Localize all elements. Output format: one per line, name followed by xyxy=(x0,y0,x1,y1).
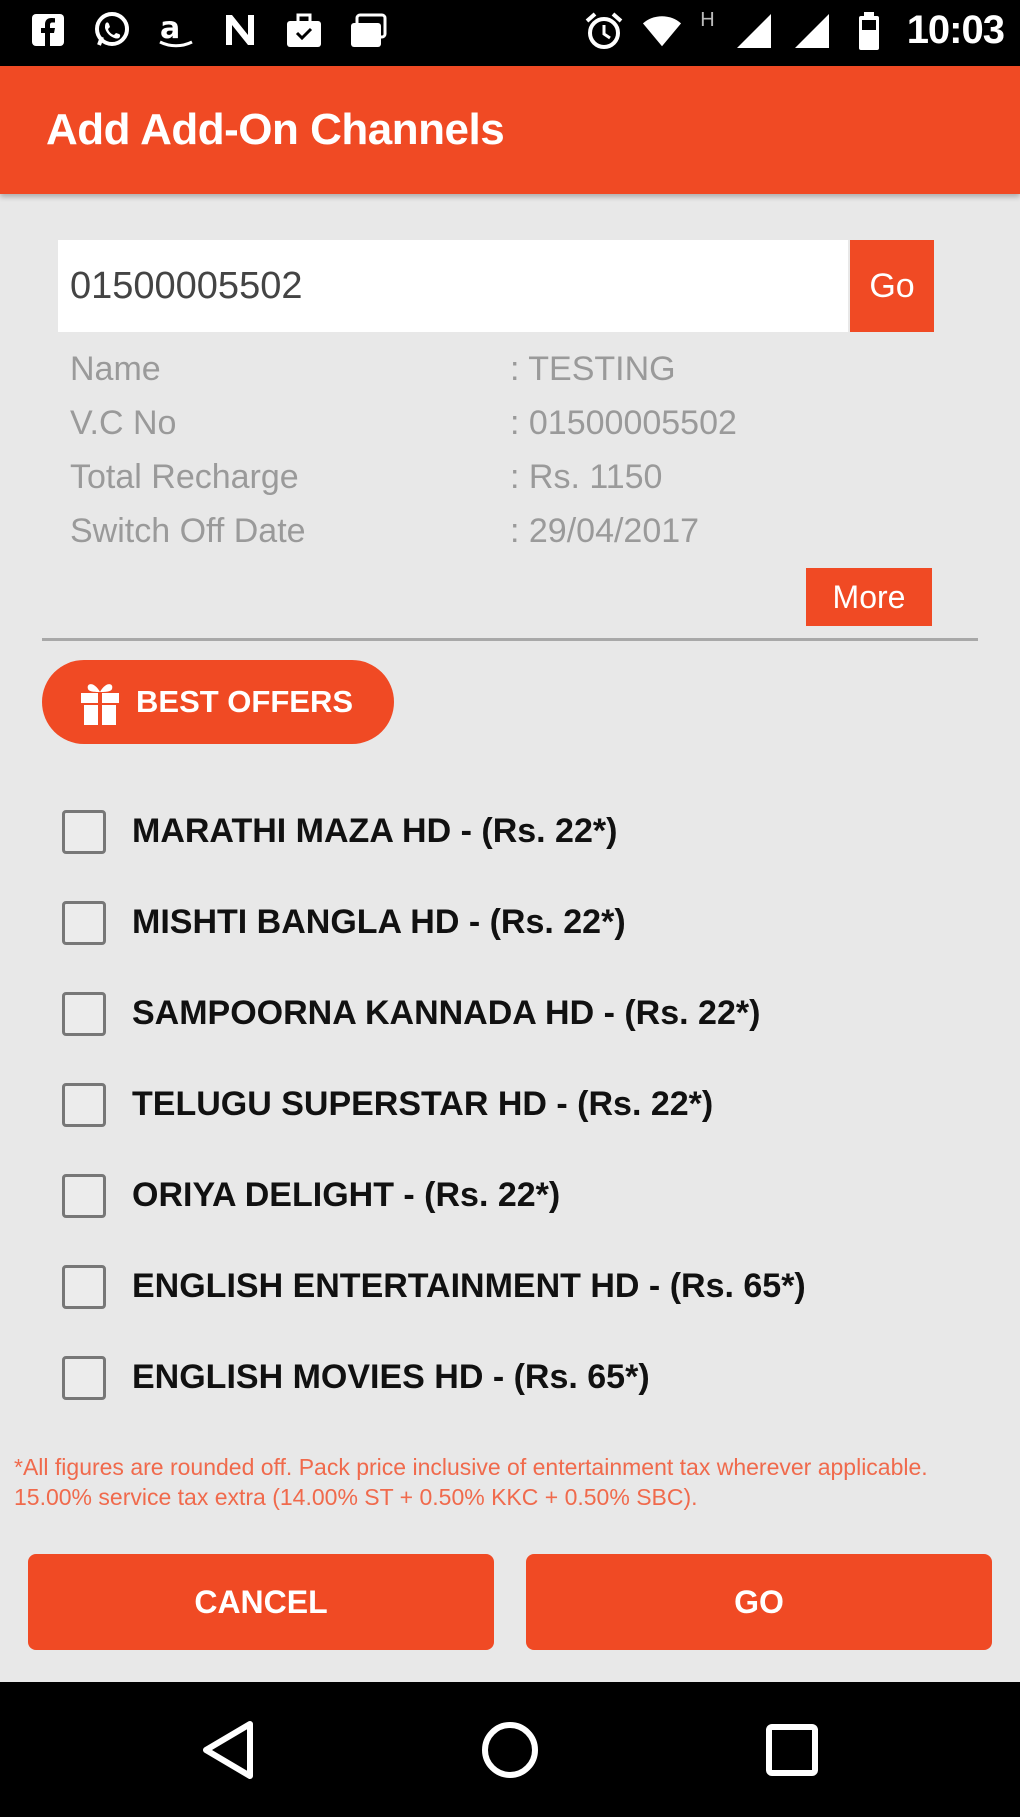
info-value: : 01500005502 xyxy=(510,404,737,442)
page-title: Add Add-On Channels xyxy=(46,105,505,154)
channel-label: ENGLISH MOVIES HD - (Rs. 65*) xyxy=(132,1358,650,1396)
channel-item[interactable]: INFOTAINMENT, LIFESTYLE & KIDS HD - (Rs. xyxy=(0,1423,1020,1440)
status-left-icons: a xyxy=(28,10,388,50)
cancel-button[interactable]: CANCEL xyxy=(28,1554,494,1650)
vc-number-input[interactable] xyxy=(58,240,848,332)
briefcase-icon xyxy=(284,10,324,50)
channel-checkbox[interactable] xyxy=(62,991,106,1036)
info-label: Switch Off Date xyxy=(70,512,306,550)
info-label: Name xyxy=(70,350,161,388)
status-bar: a H 10:03 xyxy=(0,0,1020,66)
back-icon[interactable] xyxy=(192,1714,264,1786)
disclaimer-text: *All figures are rounded off. Pack price… xyxy=(14,1454,928,1510)
vc-go-button[interactable]: Go xyxy=(850,240,934,332)
n-app-icon xyxy=(220,10,260,50)
best-offers-label: BEST OFFERS xyxy=(136,684,354,719)
wifi-icon xyxy=(642,11,682,51)
channel-item[interactable]: ENGLISH ENTERTAINMENT HD - (Rs. 65*) xyxy=(0,1241,1020,1332)
channel-label: MISHTI BANGLA HD - (Rs. 22*) xyxy=(132,903,626,941)
channel-item[interactable]: SAMPOORNA KANNADA HD - (Rs. 22*) xyxy=(0,968,1020,1059)
info-label: Total Recharge xyxy=(70,458,299,496)
info-label: V.C No xyxy=(70,404,177,442)
channel-checkbox[interactable] xyxy=(62,1173,106,1218)
signal-icon xyxy=(733,11,773,51)
recents-icon[interactable] xyxy=(756,1714,828,1786)
info-value: : TESTING xyxy=(510,350,676,388)
channel-checkbox[interactable] xyxy=(62,1264,106,1309)
whatsapp-icon xyxy=(92,10,132,50)
signal-icon xyxy=(791,11,831,51)
facebook-icon xyxy=(28,10,68,50)
amazon-icon: a xyxy=(156,10,196,50)
channel-item[interactable]: MARATHI MAZA HD - (Rs. 22*) xyxy=(0,786,1020,877)
channel-checkbox[interactable] xyxy=(62,1355,106,1400)
info-row: Name : TESTING xyxy=(70,350,950,404)
status-time: 10:03 xyxy=(906,8,1005,52)
notification-icon xyxy=(348,10,388,50)
go-button[interactable]: GO xyxy=(526,1554,992,1650)
gift-icon xyxy=(81,684,119,725)
channel-item[interactable]: TELUGU SUPERSTAR HD - (Rs. 22*) xyxy=(0,1059,1020,1150)
channel-item[interactable]: MISHTI BANGLA HD - (Rs. 22*) xyxy=(0,877,1020,968)
subscriber-info: Name : TESTING V.C No : 01500005502 Total Re… xyxy=(70,350,950,566)
info-row: V.C No : 01500005502 xyxy=(70,404,950,458)
status-right-icons: H 10:03 xyxy=(584,8,1005,53)
channel-label: ENGLISH ENTERTAINMENT HD - (Rs. 65*) xyxy=(132,1267,806,1305)
channel-item[interactable]: ORIYA DELIGHT - (Rs. 22*) xyxy=(0,1150,1020,1241)
app-bar: Add Add-On Channels xyxy=(0,66,1020,194)
navigation-bar xyxy=(0,1682,1020,1817)
channel-checkbox[interactable] xyxy=(62,1082,106,1127)
divider xyxy=(42,638,978,641)
best-offers-button[interactable]: BEST OFFERS xyxy=(42,660,394,744)
info-row: Switch Off Date : 29/04/2017 xyxy=(70,512,950,566)
channel-item[interactable]: ENGLISH MOVIES HD - (Rs. 65*) xyxy=(0,1332,1020,1423)
info-row: Total Recharge : Rs. 1150 xyxy=(70,458,950,512)
more-button[interactable]: More xyxy=(806,568,932,626)
info-value: : 29/04/2017 xyxy=(510,512,700,550)
channel-checkbox[interactable] xyxy=(62,809,106,854)
info-value: : Rs. 1150 xyxy=(510,458,663,496)
channel-label: TELUGU SUPERSTAR HD - (Rs. 22*) xyxy=(132,1085,714,1123)
battery-icon xyxy=(849,11,889,51)
channel-label: ORIYA DELIGHT - (Rs. 22*) xyxy=(132,1176,561,1214)
alarm-icon xyxy=(584,11,624,51)
svg-text:a: a xyxy=(160,11,180,46)
network-type-label: H xyxy=(700,9,715,31)
channel-label: MARATHI MAZA HD - (Rs. 22*) xyxy=(132,812,618,850)
home-icon[interactable] xyxy=(474,1714,546,1786)
channel-checkbox[interactable] xyxy=(62,900,106,945)
channel-label: SAMPOORNA KANNADA HD - (Rs. 22*) xyxy=(132,994,761,1032)
channel-list[interactable]: MARATHI MAZA HD - (Rs. 22*) MISHTI BANGLA… xyxy=(0,786,1020,1440)
